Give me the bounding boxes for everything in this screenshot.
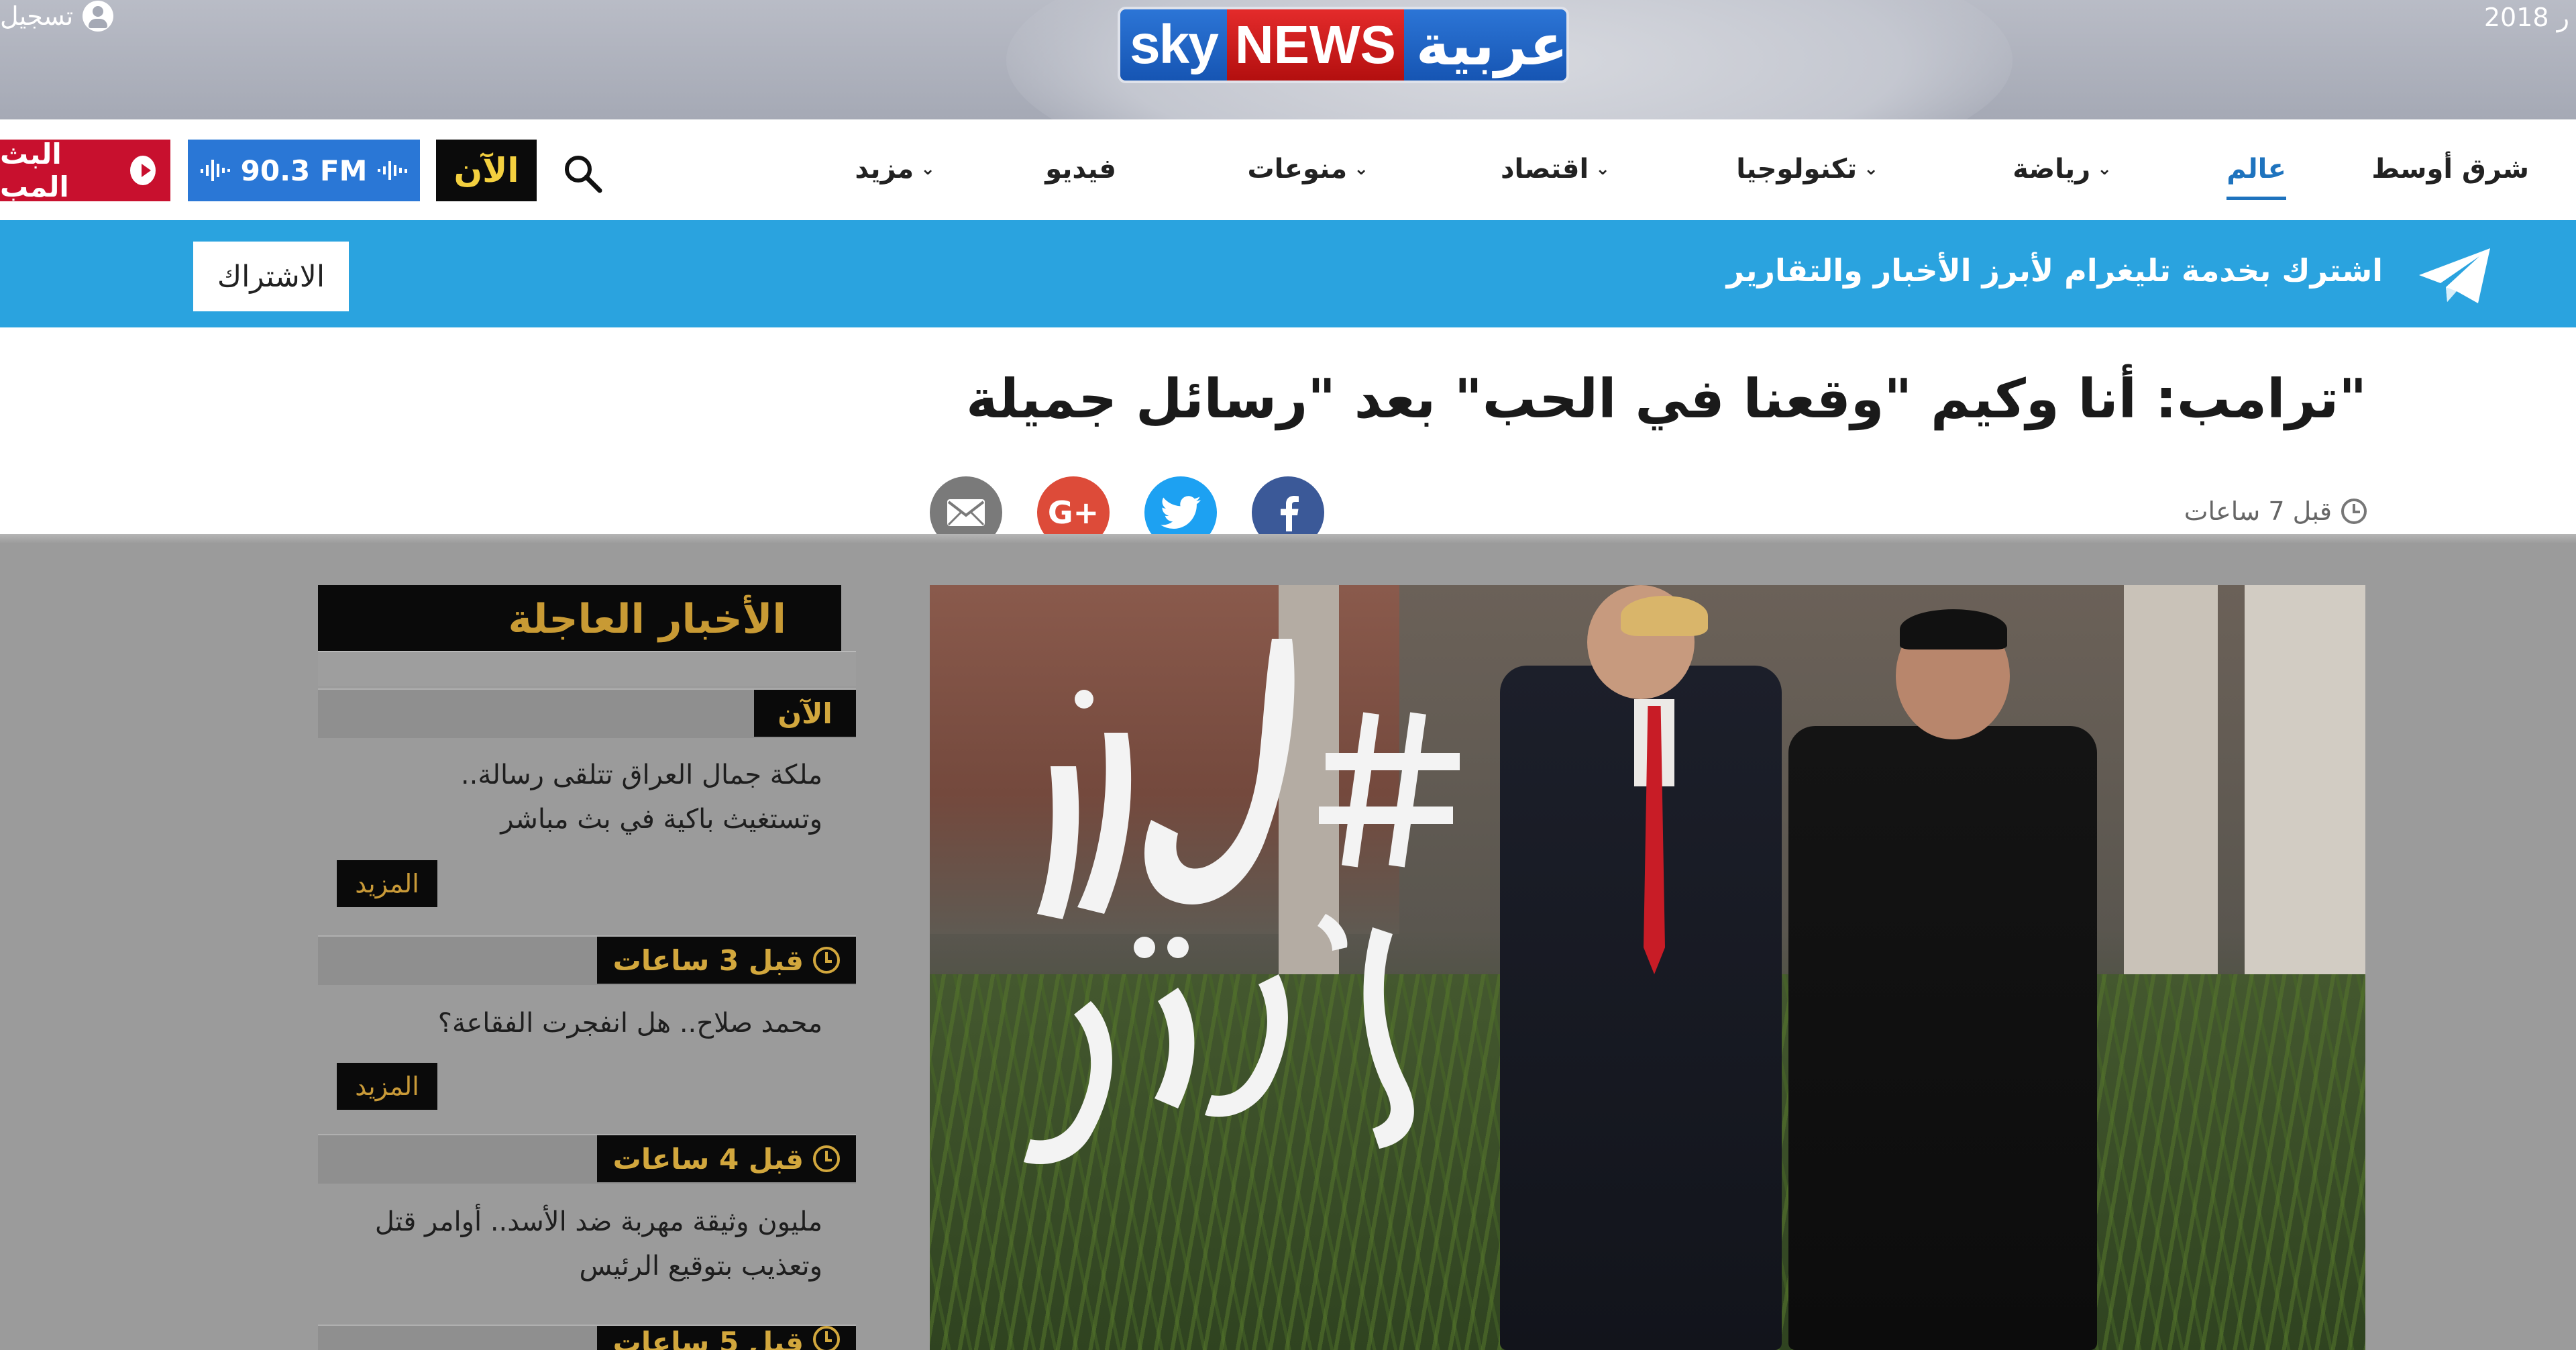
- header-date: ر 2018: [2483, 3, 2569, 32]
- twitter-icon: [1161, 496, 1201, 529]
- panel-spacer: [318, 651, 856, 686]
- site-logo[interactable]: sky NEWS عربية: [1120, 9, 1566, 81]
- nav-item-label: تكنولوجيا: [1736, 154, 1858, 185]
- news-item-text[interactable]: محمد صلاح.. هل انفجرت الفقاعة؟: [366, 1001, 822, 1045]
- person-hair: [1621, 596, 1708, 636]
- news-time-badge: قبل 4 ساعات: [596, 1135, 856, 1182]
- telegram-icon: [2419, 248, 2490, 303]
- clock-icon: [813, 947, 840, 974]
- audio-wave-icon: [200, 160, 230, 181]
- news-time-badge: قبل 3 ساعات: [596, 937, 856, 984]
- facebook-icon: [1281, 496, 1299, 531]
- nav-item-middle-east[interactable]: شرق أوسط: [2371, 149, 2529, 189]
- logo-sky: sky: [1120, 9, 1227, 81]
- register-label: تسجيل: [0, 1, 74, 31]
- news-item-text[interactable]: مليون وثيقة مهربة ضد الأسد.. أوامر قتل و…: [366, 1200, 822, 1288]
- clock-icon: [2341, 499, 2367, 524]
- live-stream-button[interactable]: البث المب: [0, 138, 170, 203]
- article-hero-image: [930, 585, 2365, 1350]
- chevron-down-icon: ⌄: [1354, 159, 1368, 179]
- telegram-banner: اشترك بخدمة تليغرام لأبرز الأخبار والتقا…: [0, 220, 2576, 327]
- chevron-down-icon: ⌄: [1864, 159, 1878, 179]
- news-time-label: قبل 5 ساعات: [612, 1326, 804, 1350]
- page: ر 2018 تسجيل sky NEWS عربية شرق أوسط عال…: [0, 0, 2576, 1350]
- nav-item-label: مزيد: [855, 154, 914, 185]
- building-pillar: [2124, 585, 2218, 1001]
- email-icon: [947, 499, 985, 526]
- news-time-label: الآن: [777, 696, 833, 730]
- breaking-news-header: الأخبار العاجلة: [318, 585, 841, 651]
- timestamp-label: قبل 7 ساعات: [2184, 497, 2332, 526]
- chevron-down-icon: ⌄: [1595, 159, 1610, 179]
- google-plus-icon: G+: [1047, 495, 1099, 531]
- nav-item-video[interactable]: فيديو: [1045, 149, 1116, 189]
- person-figure: [1788, 726, 2097, 1350]
- now-button[interactable]: الآن: [436, 140, 537, 201]
- audio-wave-icon: [378, 161, 408, 180]
- radio-button[interactable]: 90.3 FM: [188, 140, 420, 201]
- main-nav: شرق أوسط عالم رياضة ⌄ تكنولوجيا ⌄ اقتصاد…: [0, 119, 2576, 220]
- nav-item-sports[interactable]: رياضة ⌄: [2012, 149, 2112, 189]
- play-icon: [130, 156, 156, 185]
- building-pillar: [1279, 585, 1339, 1001]
- overlay-edge: [0, 534, 2576, 543]
- clock-icon: [813, 1326, 840, 1350]
- top-header: ر 2018 تسجيل sky NEWS عربية: [0, 0, 2576, 201]
- more-button[interactable]: المزيد: [337, 1063, 437, 1110]
- nav-item-label: عالم: [2226, 154, 2286, 185]
- search-icon[interactable]: [561, 152, 604, 195]
- breaking-news-panel: الأخبار العاجلة الآن ملكة جمال العراق تت…: [318, 585, 856, 1350]
- subscribe-button[interactable]: الاشتراك: [193, 242, 349, 311]
- news-time-label: قبل 4 ساعات: [612, 1142, 804, 1176]
- nav-item-label: اقتصاد: [1501, 154, 1589, 185]
- logo-arabic: عربية: [1403, 9, 1566, 81]
- chevron-down-icon: ⌄: [920, 159, 935, 179]
- nav-item-label: منوعات: [1247, 154, 1348, 185]
- nav-item-label: فيديو: [1045, 154, 1116, 185]
- nav-item-variety[interactable]: منوعات ⌄: [1247, 149, 1368, 189]
- nav-item-more[interactable]: مزيد ⌄: [855, 149, 935, 189]
- chevron-down-icon: ⌄: [2097, 159, 2112, 179]
- live-label: البث المب: [0, 138, 69, 203]
- radio-label: 90.3 FM: [240, 154, 368, 187]
- person-hair: [1900, 609, 2007, 650]
- news-time-badge: قبل 5 ساعات: [596, 1326, 856, 1350]
- register-link[interactable]: تسجيل: [0, 0, 114, 32]
- article-timestamp: قبل 7 ساعات: [2184, 497, 2367, 526]
- news-item-text[interactable]: ملكة جمال العراق تتلقى رسالة.. وتستغيث ب…: [366, 753, 822, 841]
- breaking-news-title: الأخبار العاجلة: [508, 596, 786, 643]
- user-icon: [83, 1, 114, 32]
- article-headline: ترامب: أنا وكيم "وقعنا في الحب" بعد "رسا…: [966, 368, 2367, 430]
- news-time-badge: الآن: [754, 690, 856, 737]
- news-time-label: قبل 3 ساعات: [612, 943, 804, 977]
- nav-item-technology[interactable]: تكنولوجيا ⌄: [1736, 149, 1878, 189]
- logo-news: NEWS: [1226, 9, 1404, 81]
- telegram-promo-text: اشترك بخدمة تليغرام لأبرز الأخبار والتقا…: [1726, 252, 2383, 289]
- nav-item-label: رياضة: [2012, 154, 2091, 185]
- nav-item-economy[interactable]: اقتصاد ⌄: [1501, 149, 1610, 189]
- nav-item-world[interactable]: عالم: [2226, 149, 2286, 200]
- more-button[interactable]: المزيد: [337, 860, 437, 907]
- nav-item-label: شرق أوسط: [2371, 154, 2529, 185]
- building-pillar: [2245, 585, 2365, 1001]
- clock-icon: [813, 1145, 840, 1172]
